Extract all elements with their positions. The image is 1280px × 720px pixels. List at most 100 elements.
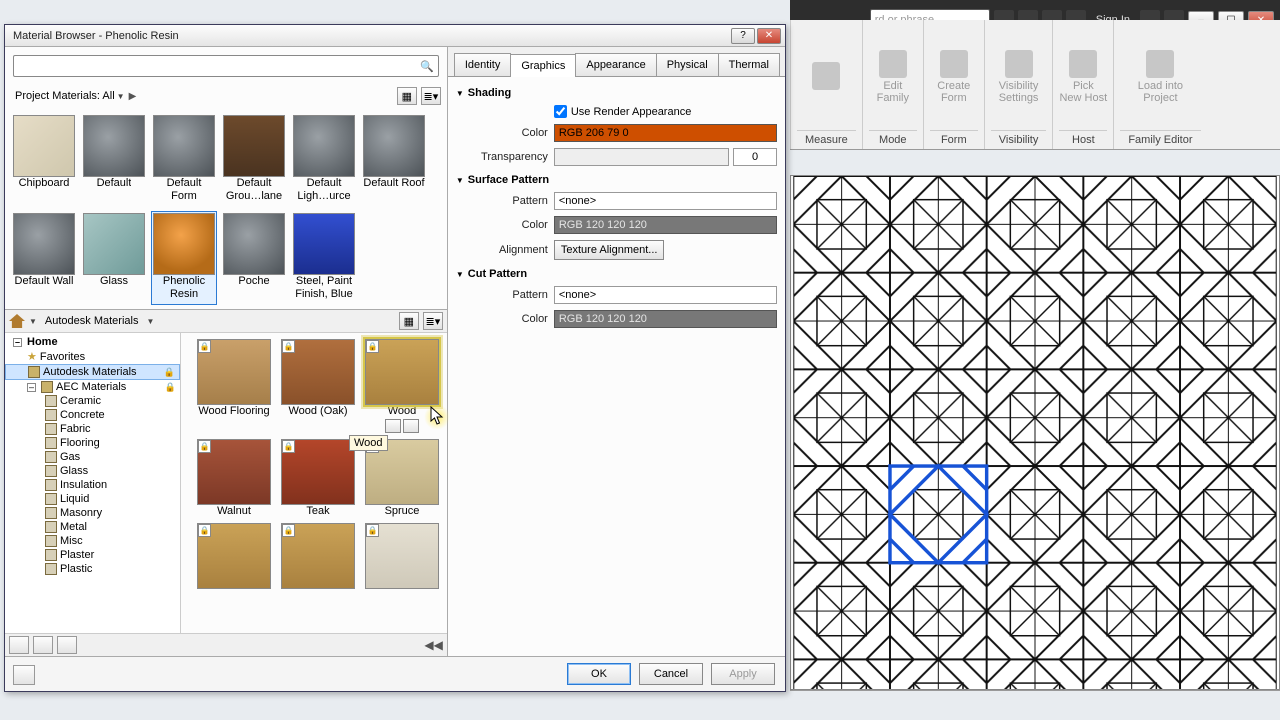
tree-favorites[interactable]: ★ Favorites	[5, 349, 180, 364]
material-label: Glass	[100, 275, 128, 303]
tree-aec-materials[interactable]: – AEC Materials🔒	[5, 380, 180, 394]
material-item[interactable]: Glass	[81, 211, 147, 305]
library-material-item[interactable]: 🔒 Wood (Oak)	[279, 339, 357, 433]
chevron-down-icon[interactable]: ▼	[146, 317, 154, 326]
search-box[interactable]: 🔍	[13, 55, 439, 77]
surface-color-swatch[interactable]: RGB 120 120 120	[554, 216, 777, 234]
material-label: Chipboard	[19, 177, 70, 205]
collapse-panel-button[interactable]: ◀◀	[424, 638, 442, 652]
surface-pattern-section-header[interactable]: ▼Surface Pattern	[456, 170, 777, 188]
material-label: Poche	[238, 275, 269, 303]
texture-alignment-button[interactable]: Texture Alignment...	[554, 240, 665, 260]
search-input[interactable]	[14, 60, 416, 72]
search-icon[interactable]: 🔍	[416, 60, 438, 73]
bottom-toolbar	[13, 665, 35, 685]
color-label: Color	[456, 219, 548, 231]
ribbon-button[interactable]: Load intoProject	[1136, 24, 1184, 130]
tree-cat-misc[interactable]: Misc	[5, 534, 180, 548]
cut-color-swatch[interactable]: RGB 120 120 120	[554, 310, 777, 328]
library-material-label: Wood (Oak)	[288, 405, 347, 418]
lib-tool-1[interactable]	[9, 636, 29, 654]
lock-icon: 🔒	[282, 340, 295, 353]
tree-cat-plaster[interactable]: Plaster	[5, 548, 180, 562]
tree-cat-gas[interactable]: Gas	[5, 450, 180, 464]
project-materials-filter[interactable]: Project Materials: All ▼ ▶	[11, 88, 140, 104]
library-tree[interactable]: –Home★ Favorites Autodesk Materials🔒– AE…	[5, 333, 181, 633]
shading-section-header[interactable]: ▼Shading	[456, 83, 777, 101]
ribbon-button[interactable]: EditFamily	[869, 24, 917, 130]
chevron-down-icon[interactable]: ▼	[29, 317, 37, 326]
ribbon-group: PickNew HostHost	[1052, 20, 1113, 149]
transparency-slider[interactable]	[554, 148, 729, 166]
cancel-button[interactable]: Cancel	[639, 663, 703, 685]
tree-cat-fabric[interactable]: Fabric	[5, 422, 180, 436]
library-material-item[interactable]: 🔒	[279, 523, 357, 589]
material-item[interactable]: Default Form	[151, 113, 217, 207]
view-mode-thumb-button[interactable]: ▦	[397, 87, 417, 105]
view-mode-list-button[interactable]: ≣▾	[421, 87, 441, 105]
ribbon-button[interactable]: VisibilitySettings	[995, 24, 1043, 130]
tab-appearance[interactable]: Appearance	[575, 53, 656, 76]
material-item[interactable]: Phenolic Resin	[151, 211, 217, 305]
dialog-close-button[interactable]: ✕	[757, 28, 781, 44]
material-item[interactable]: Default	[81, 113, 147, 207]
home-icon[interactable]	[9, 314, 25, 328]
tree-cat-plastic[interactable]: Plastic	[5, 562, 180, 576]
ribbon-button[interactable]	[802, 24, 850, 130]
tab-graphics[interactable]: Graphics	[510, 54, 576, 77]
library-name[interactable]: Autodesk Materials	[41, 315, 143, 327]
dialog-titlebar: Material Browser - Phenolic Resin ? ✕	[5, 25, 785, 47]
tree-cat-flooring[interactable]: Flooring	[5, 436, 180, 450]
library-material-item[interactable]: 🔒Teak	[279, 439, 357, 518]
dialog-help-button[interactable]: ?	[731, 28, 755, 44]
tree-home[interactable]: –Home	[5, 335, 180, 349]
tab-identity[interactable]: Identity	[454, 53, 511, 76]
tree-cat-concrete[interactable]: Concrete	[5, 408, 180, 422]
material-label: Default Roof	[363, 177, 424, 205]
material-item[interactable]: Default Roof	[361, 113, 427, 207]
tab-thermal[interactable]: Thermal	[718, 53, 780, 76]
use-render-appearance-checkbox[interactable]: Use Render Appearance	[554, 105, 691, 118]
library-material-item[interactable]: 🔒Wood Flooring	[195, 339, 273, 433]
library-material-item[interactable]: 🔒	[363, 523, 441, 589]
library-material-item[interactable]: 🔒Walnut	[195, 439, 273, 518]
tab-physical[interactable]: Physical	[656, 53, 719, 76]
tree-cat-glass[interactable]: Glass	[5, 464, 180, 478]
asset-tool-button[interactable]	[13, 665, 35, 685]
tree-cat-liquid[interactable]: Liquid	[5, 492, 180, 506]
apply-button[interactable]: Apply	[711, 663, 775, 685]
lib-view-thumb-button[interactable]: ▦	[399, 312, 419, 330]
library-material-item[interactable]: 🔒Spruce	[363, 439, 441, 518]
library-thumb: 🔒	[197, 439, 271, 505]
ribbon-group: Load intoProjectFamily Editor	[1113, 20, 1206, 149]
add-material-button[interactable]	[385, 419, 401, 433]
dialog-footer: OK Cancel Apply	[5, 656, 785, 691]
material-item[interactable]: Poche	[221, 211, 287, 305]
lib-view-list-button[interactable]: ≣▾	[423, 312, 443, 330]
lib-tool-2[interactable]	[33, 636, 53, 654]
material-item[interactable]: Default Grou…lane	[221, 113, 287, 207]
material-item[interactable]: Default Ligh…urce	[291, 113, 357, 207]
material-item[interactable]: Default Wall	[11, 211, 77, 305]
surface-pattern-value[interactable]: <none>	[554, 192, 777, 210]
library-material-item[interactable]: 🔒	[195, 523, 273, 589]
ribbon-button[interactable]: CreateForm	[930, 24, 978, 130]
library-material-item[interactable]: 🔒Wood	[363, 339, 441, 433]
tree-cat-masonry[interactable]: Masonry	[5, 506, 180, 520]
tree-cat-ceramic[interactable]: Ceramic	[5, 394, 180, 408]
transparency-value[interactable]: 0	[733, 148, 777, 166]
lock-icon: 🔒	[282, 524, 295, 537]
ok-button[interactable]: OK	[567, 663, 631, 685]
shading-color-swatch[interactable]: RGB 206 79 0	[554, 124, 777, 142]
3d-viewport[interactable]	[790, 175, 1280, 690]
lib-tool-3[interactable]	[57, 636, 77, 654]
material-item[interactable]: Steel, Paint Finish, Blue	[291, 211, 357, 305]
tree-cat-insulation[interactable]: Insulation	[5, 478, 180, 492]
edit-material-button[interactable]	[403, 419, 419, 433]
ribbon-button[interactable]: PickNew Host	[1059, 24, 1107, 130]
tree-cat-metal[interactable]: Metal	[5, 520, 180, 534]
cut-pattern-value[interactable]: <none>	[554, 286, 777, 304]
tree-autodesk-materials[interactable]: Autodesk Materials🔒	[5, 364, 180, 380]
material-item[interactable]: Chipboard	[11, 113, 77, 207]
cut-pattern-section-header[interactable]: ▼Cut Pattern	[456, 264, 777, 282]
